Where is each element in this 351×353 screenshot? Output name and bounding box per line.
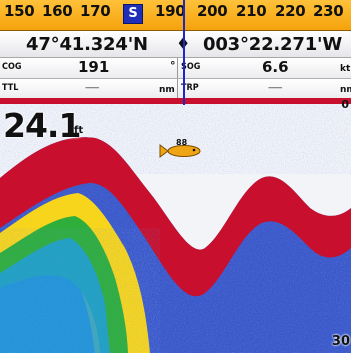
cog-value: 191	[78, 58, 110, 76]
trip-row: TTL ------ nm TRP ------ nm	[0, 79, 351, 100]
fish-depth-label: 88	[176, 138, 188, 147]
ttl-label: TTL	[2, 83, 19, 93]
lubber-line	[183, 0, 185, 105]
compass-tick: 190	[155, 2, 186, 20]
compass-tick: 170	[80, 2, 111, 20]
trp-value: ------	[268, 83, 282, 93]
ttl-value: ------	[85, 83, 99, 93]
field-divider	[177, 79, 178, 99]
cog-unit: °	[170, 59, 176, 72]
longitude-readout: 003°22.271'W	[203, 34, 342, 55]
field-divider	[177, 58, 178, 78]
compass-tick: 160	[42, 2, 73, 20]
trp-unit: nm	[340, 85, 351, 95]
compass-tick: 230	[313, 2, 344, 20]
position-bar: 47°41.324'N ♦ 003°22.271'W	[0, 31, 351, 58]
compass-tick: 220	[275, 2, 306, 20]
course-speed-row: COG 191 ° SOG 6.6 kt	[0, 58, 351, 79]
ttl-unit: nm	[159, 85, 175, 95]
latitude-readout: 47°41.324'N	[26, 34, 148, 55]
sog-unit: kt	[340, 64, 351, 74]
heading-marker: S	[123, 4, 143, 24]
sog-value: 6.6	[262, 58, 289, 76]
compass-tick: 210	[236, 2, 267, 20]
depth-scale-top: 0	[341, 98, 349, 111]
compass-tick: 200	[197, 2, 228, 20]
surface-line	[0, 98, 351, 104]
compass-tape: 150 160 170 S 190 200 210 220 230	[0, 0, 351, 31]
compass-tick: 150	[4, 2, 35, 20]
fishfinder-screen: 150 160 170 S 190 200 210 220 230 47°41.…	[0, 0, 351, 353]
depth-readout: 24.1	[3, 106, 81, 145]
cog-label: COG	[2, 62, 22, 72]
depth-scale-bottom: 30	[331, 334, 350, 349]
depth-unit: ft	[74, 125, 84, 136]
